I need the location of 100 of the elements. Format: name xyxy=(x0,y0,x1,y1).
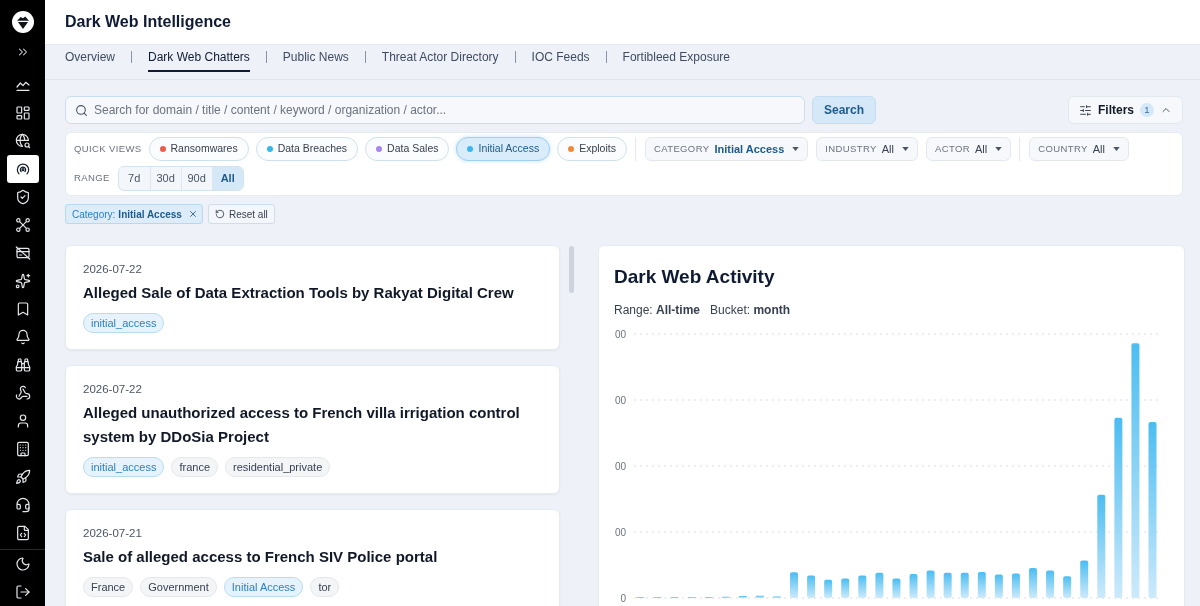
range-option[interactable]: 7d xyxy=(118,167,150,190)
tag: Initial Access xyxy=(223,577,304,597)
tag: initial_access xyxy=(83,313,165,333)
tab[interactable]: Threat Actor Directory xyxy=(381,45,499,72)
caret-icon xyxy=(1112,147,1120,151)
globe-search-icon xyxy=(14,133,31,149)
tag: Government xyxy=(140,577,217,597)
dropdown-value: Initial Access xyxy=(714,141,785,157)
card-off-icon xyxy=(14,245,31,261)
filter-dropdown[interactable]: COUNTRY All xyxy=(1029,137,1129,161)
chart-bar xyxy=(994,574,1003,598)
filter-dropdown[interactable]: INDUSTRY All xyxy=(816,137,918,161)
range-label: RANGE xyxy=(74,171,110,186)
dropdown-value: All xyxy=(975,141,988,157)
binoculars-icon xyxy=(14,357,31,373)
tag: initial_access xyxy=(83,457,165,477)
tab[interactable]: Fortibleed Exposure xyxy=(622,45,730,72)
caret-icon xyxy=(792,147,800,151)
chart-bar xyxy=(960,572,969,598)
chart-bar xyxy=(1029,568,1037,598)
dashboard-icon xyxy=(14,105,31,121)
axis-tick-label: 0 xyxy=(620,592,626,604)
filter-chip-value: Initial Access xyxy=(118,207,182,222)
quick-view-chip[interactable]: Exploits xyxy=(557,137,627,161)
filter-dropdown[interactable]: CATEGORY Initial Access xyxy=(644,137,809,161)
chart-bar xyxy=(926,570,935,598)
rocket-icon xyxy=(14,469,31,485)
scrollbar-thumb[interactable] xyxy=(569,246,574,293)
caret-icon xyxy=(902,147,909,151)
chart-bar xyxy=(807,575,816,598)
search-field[interactable]: Search for domain / title / content / keyword / organization / actor... xyxy=(65,96,805,124)
article-title: Sale of alleged access to French SIV Police portal xyxy=(83,547,439,567)
tab[interactable]: Dark Web Chatters xyxy=(148,45,250,72)
tab[interactable]: Overview xyxy=(65,45,115,72)
quick-view-chip[interactable]: Initial Access xyxy=(456,137,551,161)
dropdown-label: ACTOR xyxy=(935,141,970,156)
range-option[interactable]: 90d xyxy=(180,167,212,190)
chart-bar xyxy=(892,578,901,598)
axis-tick-label: 00 xyxy=(614,460,626,472)
article-date: 2026-07-22 xyxy=(83,262,143,277)
filter-chip-key: Category: xyxy=(72,206,116,222)
page-title: Dark Web Intelligence xyxy=(65,12,231,32)
axis-tick-label: 00 xyxy=(614,328,626,340)
sparkles-icon xyxy=(14,273,31,289)
range-option[interactable]: All xyxy=(211,167,243,190)
reset-icon xyxy=(214,209,225,219)
chart-bar xyxy=(1011,573,1020,598)
article-card[interactable]: 2026-07-22 Alleged unauthorized access to French villa irrigation control system by DDoSia Project initial_access france residential_private xyxy=(65,365,560,494)
article-card[interactable]: 2026-07-21 Sale of alleged access to French SIV Police portal France Government Initial Access tor xyxy=(65,509,560,606)
count-badge: 1 xyxy=(1140,103,1154,117)
network-nodes-icon xyxy=(14,217,31,233)
moon-icon xyxy=(14,556,31,572)
shield-check-icon xyxy=(14,189,31,205)
axis-tick-label: 00 xyxy=(614,394,626,406)
tab[interactable]: IOC Feeds xyxy=(531,45,590,72)
bell-icon xyxy=(14,329,31,345)
dropdown-value: All xyxy=(881,141,894,157)
chart-bar xyxy=(977,571,986,598)
chart-bar xyxy=(841,578,850,598)
caret-icon xyxy=(995,147,1003,151)
tag: france xyxy=(171,457,218,477)
chart-bar xyxy=(1080,560,1089,598)
axis-tick-label: 00 xyxy=(614,526,626,538)
article-card[interactable]: 2026-07-22 Alleged Sale of Data Extraction Tools by Rakyat Digital Crew initial_access xyxy=(65,245,560,350)
chart-bar xyxy=(1063,576,1072,598)
filter-dropdown[interactable]: ACTOR All xyxy=(926,137,1012,161)
reset-all-button[interactable]: Reset all xyxy=(207,204,275,224)
file-code-icon xyxy=(14,525,31,541)
webhook-icon xyxy=(14,385,31,401)
chart-bar xyxy=(875,572,884,598)
logo-icon[interactable] xyxy=(11,11,34,33)
quick-views-label: QUICK VIEWS xyxy=(74,141,142,156)
range-option[interactable]: 30d xyxy=(149,167,181,190)
dropdown-label: CATEGORY xyxy=(653,141,710,156)
range-summary: Range: All-time xyxy=(614,302,701,318)
chart-bar xyxy=(943,572,952,598)
building-icon xyxy=(14,441,31,457)
article-title: Alleged unauthorized access to French villa irrigation control system by DDoSia Project xyxy=(83,403,521,447)
search-button[interactable]: Search xyxy=(812,96,877,124)
search-icon xyxy=(75,103,88,117)
chart-bar xyxy=(909,573,918,598)
chart-bar xyxy=(790,572,799,598)
article-date: 2026-07-21 xyxy=(83,526,143,541)
chart-bar xyxy=(755,595,764,598)
sliders-icon xyxy=(1079,103,1092,117)
filters-button[interactable]: Filters 1 xyxy=(1068,96,1183,124)
chart-bar xyxy=(824,579,833,598)
sidebar-nav-item[interactable] xyxy=(6,155,39,183)
quick-view-chip[interactable]: Data Sales xyxy=(365,137,450,161)
filters-label: Filters xyxy=(1098,102,1134,119)
article-date: 2026-07-22 xyxy=(83,382,143,397)
signal-rings-icon xyxy=(14,161,31,177)
tab[interactable]: Public News xyxy=(282,45,349,72)
quick-view-chip[interactable]: Data Breaches xyxy=(255,137,359,161)
quick-view-chip[interactable]: Ransomwares xyxy=(148,137,249,161)
dropdown-label: COUNTRY xyxy=(1038,141,1088,156)
chart-bar xyxy=(1046,570,1055,598)
article-title: Alleged Sale of Data Extraction Tools by Rakyat Digital Crew xyxy=(83,283,515,303)
chart-bar xyxy=(858,575,867,598)
dropdown-value: All xyxy=(1092,141,1105,157)
